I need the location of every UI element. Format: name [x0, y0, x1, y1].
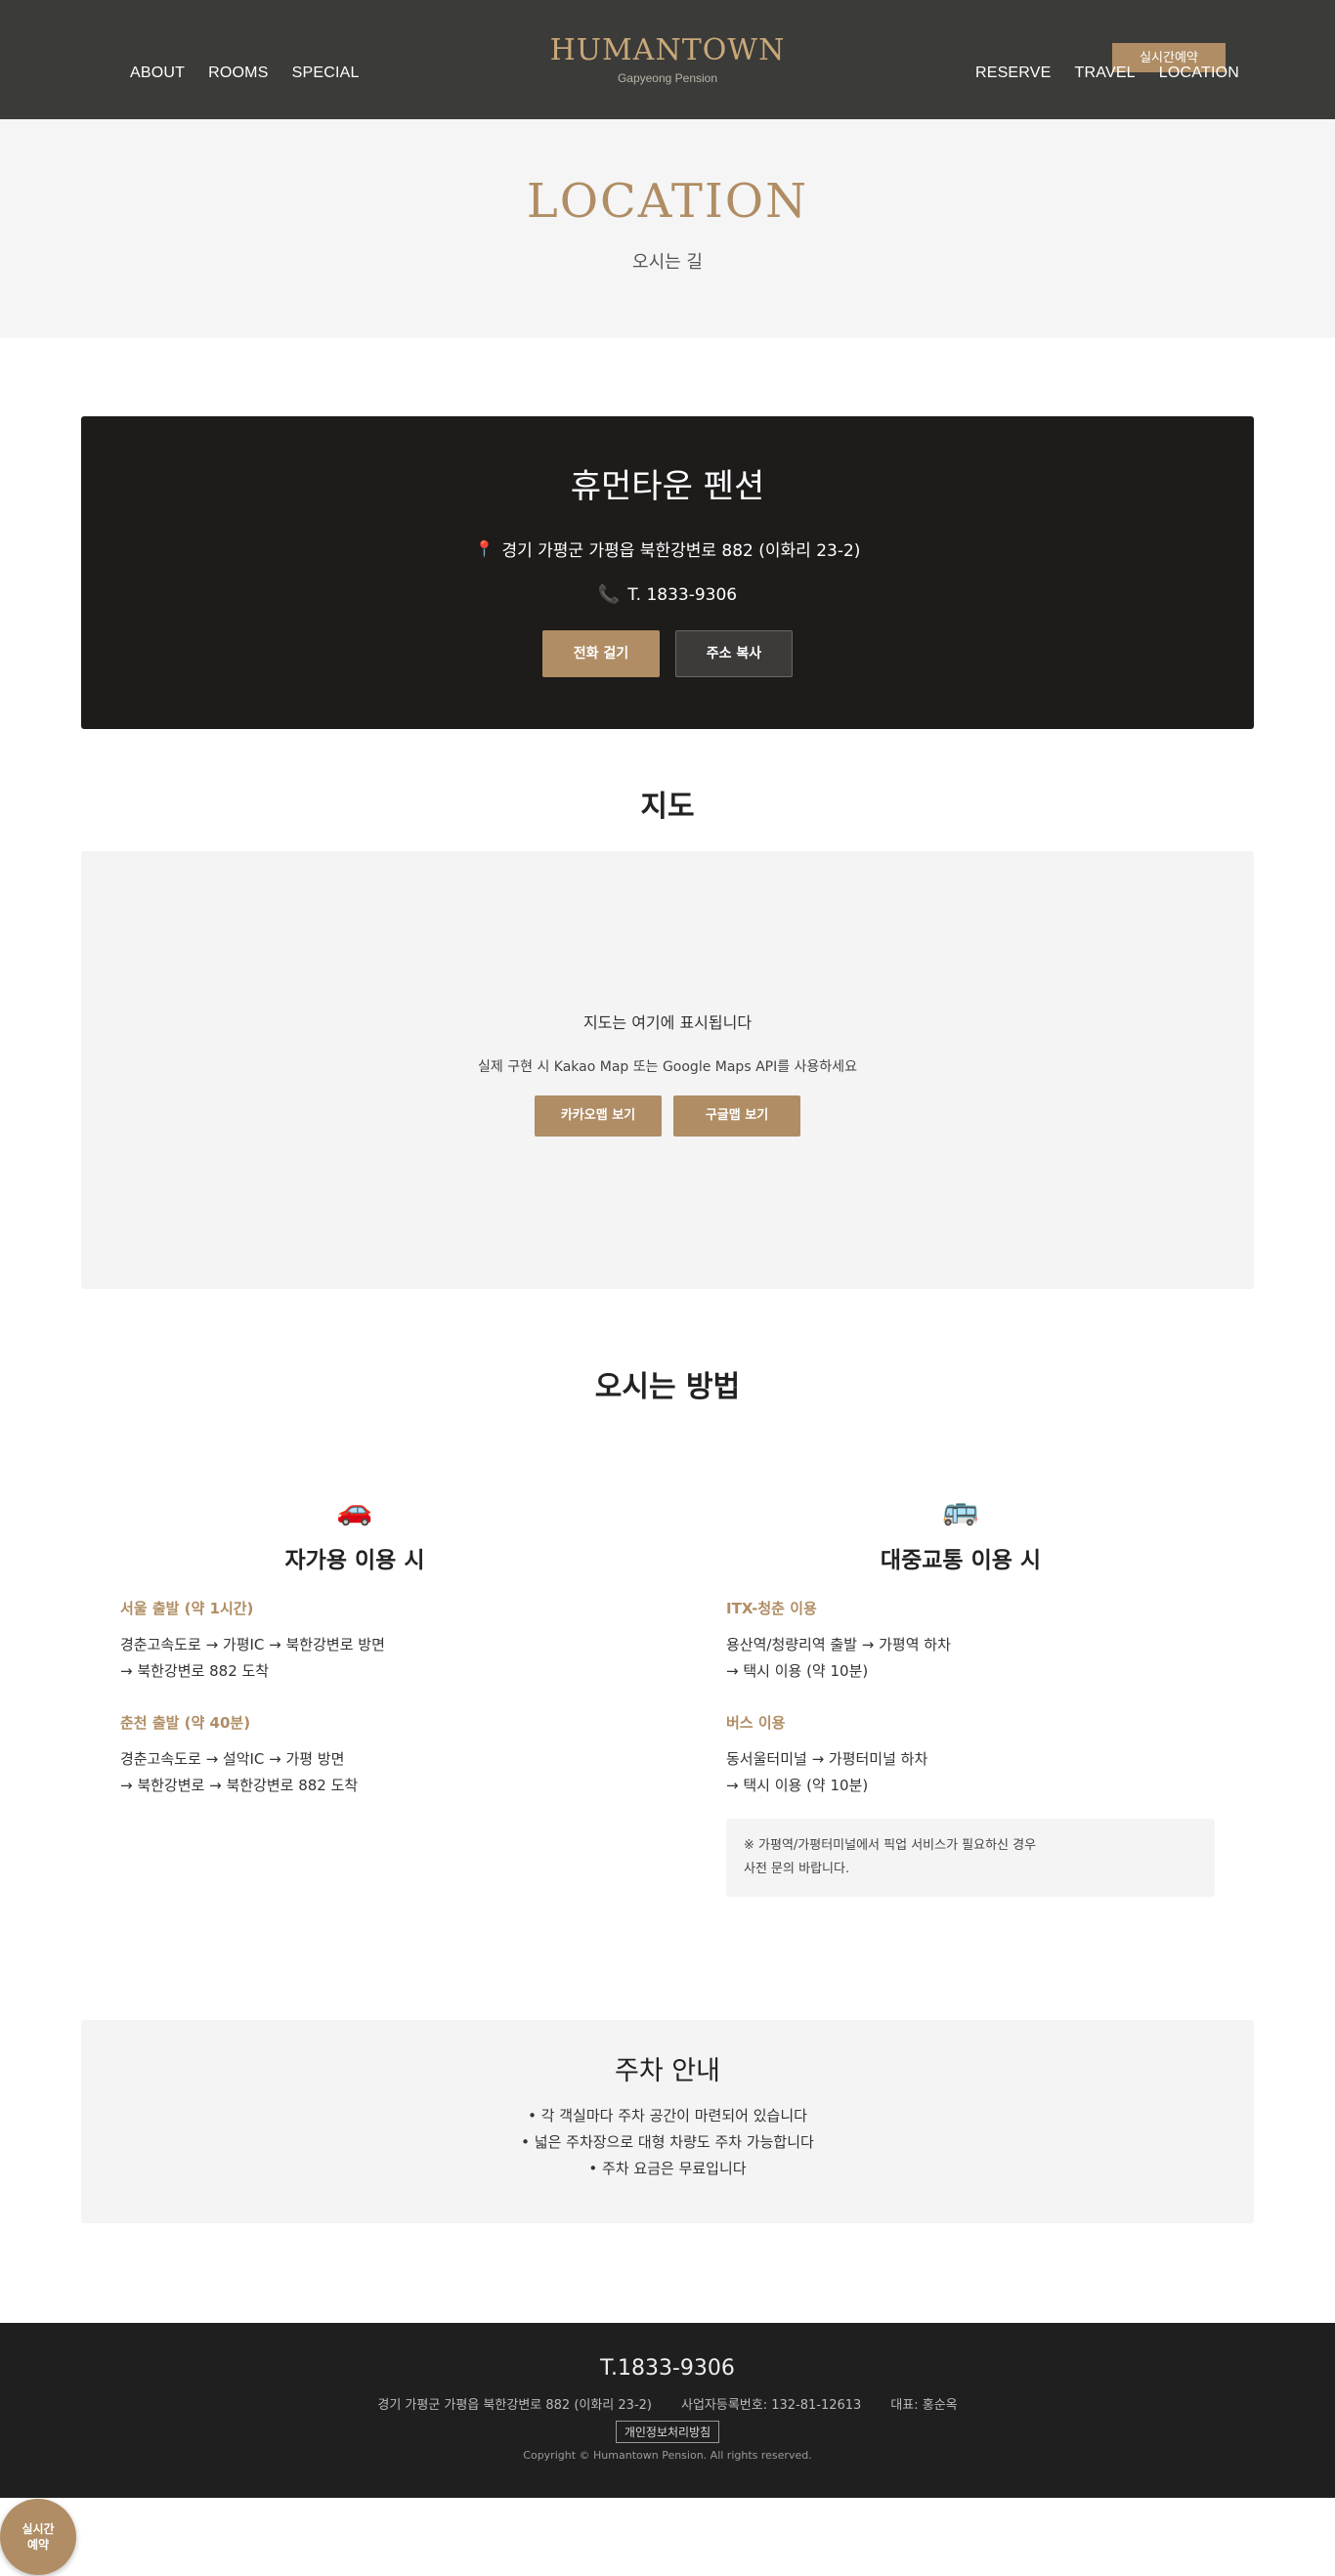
- route-line: 용산역/청량리역 출발 → 가평역 하차: [726, 1636, 951, 1653]
- call-button[interactable]: 전화 걸기: [542, 630, 660, 677]
- footer-phone: T.1833-9306: [600, 2356, 735, 2381]
- floating-label: 실시간: [22, 2522, 55, 2536]
- map-placeholder: 지도는 여기에 표시됩니다 실제 구현 시 Kakao Map 또는 Googl…: [81, 851, 1254, 1289]
- car-directions: 🚗 자가용 이용 시 서울 출발 (약 1시간) 경춘고속도로 → 가평IC →…: [81, 1493, 628, 1799]
- bus-icon: 🚌: [942, 1493, 979, 1527]
- address-line: 📍 경기 가평군 가평읍 북한강변로 882 (이화리 23-2): [81, 537, 1254, 561]
- pension-name: 휴먼타운 펜션: [570, 467, 765, 506]
- car-directions-title: 자가용 이용 시: [284, 1548, 425, 1573]
- parking-item: • 각 객실마다 주차 공간이 마련되어 있습니다: [528, 2107, 807, 2125]
- nav-reserve[interactable]: RESERVE: [975, 64, 1052, 82]
- phone-text: T. 1833-9306: [627, 584, 738, 605]
- route-text: 용산역/청량리역 출발 → 가평역 하차 → 택시 이용 (약 10분): [726, 1632, 1234, 1685]
- route-heading: 버스 이용: [726, 1714, 786, 1732]
- phone-icon: 📞: [597, 584, 621, 605]
- footer-ceo: 대표: 홍순옥: [890, 2398, 958, 2413]
- transit-directions: 🚌 대중교통 이용 시 ITX-청춘 이용 용산역/청량리역 출발 → 가평역 …: [687, 1493, 1234, 1897]
- route-line: → 택시 이용 (약 10분): [726, 1662, 869, 1680]
- parking-info: 주차 안내 • 각 객실마다 주차 공간이 마련되어 있습니다 • 넓은 주차장…: [81, 2020, 1254, 2223]
- kakao-map-button[interactable]: 카카오맵 보기: [535, 1095, 662, 1137]
- card-buttons: 전화 걸기 주소 복사: [81, 630, 1254, 677]
- parking-list: • 각 객실마다 주차 공간이 마련되어 있습니다 • 넓은 주차장으로 대형 …: [81, 2103, 1254, 2182]
- phone-line: 📞 T. 1833-9306: [81, 584, 1254, 605]
- floating-label: 예약: [26, 2538, 50, 2552]
- map-pin-icon: 📍: [474, 539, 495, 558]
- nav-right: RESERVE TRAVEL LOCATION: [952, 64, 1239, 82]
- floating-reserve-button[interactable]: 실시간 예약: [0, 2499, 76, 2575]
- directions-title: 오시는 방법: [594, 1370, 741, 1404]
- parking-item: • 넓은 주차장으로 대형 차량도 주차 가능합니다: [521, 2133, 814, 2151]
- route-line: 동서울터미널 → 가평터미널 하차: [726, 1750, 928, 1768]
- copy-address-button[interactable]: 주소 복사: [675, 630, 793, 677]
- map-placeholder-text: 지도는 여기에 표시됩니다: [582, 1013, 753, 1032]
- pickup-note-line: ※ 가평역/가평터미널에서 픽업 서비스가 필요하신 경우: [744, 1838, 1037, 1853]
- route-line: 경춘고속도로 → 가평IC → 북한강변로 방면: [120, 1636, 385, 1653]
- address-text: 경기 가평군 가평읍 북한강변로 882 (이화리 23-2): [501, 541, 861, 561]
- map-buttons: 카카오맵 보기 구글맵 보기: [81, 1095, 1254, 1137]
- route-heading: 춘천 출발 (약 40분): [120, 1714, 251, 1732]
- route-text: 동서울터미널 → 가평터미널 하차 → 택시 이용 (약 10분): [726, 1746, 1234, 1799]
- page-subtitle: 오시는 길: [632, 252, 703, 273]
- footer-address: 경기 가평군 가평읍 북한강변로 882 (이화리 23-2): [377, 2398, 652, 2413]
- car-icon: 🚗: [336, 1493, 373, 1527]
- map-hint-text: 실제 구현 시 Kakao Map 또는 Google Maps API를 사용…: [478, 1059, 857, 1075]
- nav-location[interactable]: LOCATION: [1159, 64, 1239, 82]
- privacy-policy-link[interactable]: 개인정보처리방침: [615, 2421, 720, 2443]
- pickup-note-line: 사전 문의 바랍니다.: [744, 1862, 850, 1876]
- transit-directions-title: 대중교통 이용 시: [880, 1548, 1042, 1573]
- site-footer: T.1833-9306 경기 가평군 가평읍 북한강변로 882 (이화리 23…: [0, 2323, 1335, 2498]
- google-map-button[interactable]: 구글맵 보기: [673, 1095, 800, 1137]
- footer-meta: 경기 가평군 가평읍 북한강변로 882 (이화리 23-2) 사업자등록번호:…: [0, 2394, 1335, 2413]
- copyright: Copyright © Humantown Pension. All right…: [523, 2449, 812, 2462]
- route-text: 경춘고속도로 → 설악IC → 가평 방면 → 북한강변로 → 북한강변로 88…: [120, 1746, 628, 1799]
- map-section-title: 지도: [640, 790, 695, 824]
- parking-item: • 주차 요금은 무료입니다: [588, 2160, 747, 2177]
- site-header: ABOUT ROOMS SPECIAL HUMANTOWN Gapyeong P…: [0, 0, 1335, 119]
- nav-travel[interactable]: TRAVEL: [1075, 64, 1136, 82]
- footer-business-no: 사업자등록번호: 132-81-12613: [680, 2398, 862, 2413]
- route-line: 경춘고속도로 → 설악IC → 가평 방면: [120, 1750, 345, 1768]
- route-line: → 택시 이용 (약 10분): [726, 1777, 869, 1794]
- page-title: LOCATION: [526, 174, 809, 229]
- route-line: → 북한강변로 → 북한강변로 882 도착: [120, 1777, 359, 1794]
- route-text: 경춘고속도로 → 가평IC → 북한강변로 방면 → 북한강변로 882 도착: [120, 1632, 628, 1685]
- route-heading: ITX-청춘 이용: [726, 1600, 817, 1617]
- pickup-note: ※ 가평역/가평터미널에서 픽업 서비스가 필요하신 경우 사전 문의 바랍니다…: [726, 1819, 1215, 1897]
- pension-info-card: 휴먼타운 펜션 📍 경기 가평군 가평읍 북한강변로 882 (이화리 23-2…: [81, 416, 1254, 729]
- route-line: → 북한강변로 882 도착: [120, 1662, 270, 1680]
- page-hero: LOCATION 오시는 길: [0, 119, 1335, 338]
- route-heading: 서울 출발 (약 1시간): [120, 1600, 254, 1617]
- parking-title: 주차 안내: [615, 2056, 720, 2086]
